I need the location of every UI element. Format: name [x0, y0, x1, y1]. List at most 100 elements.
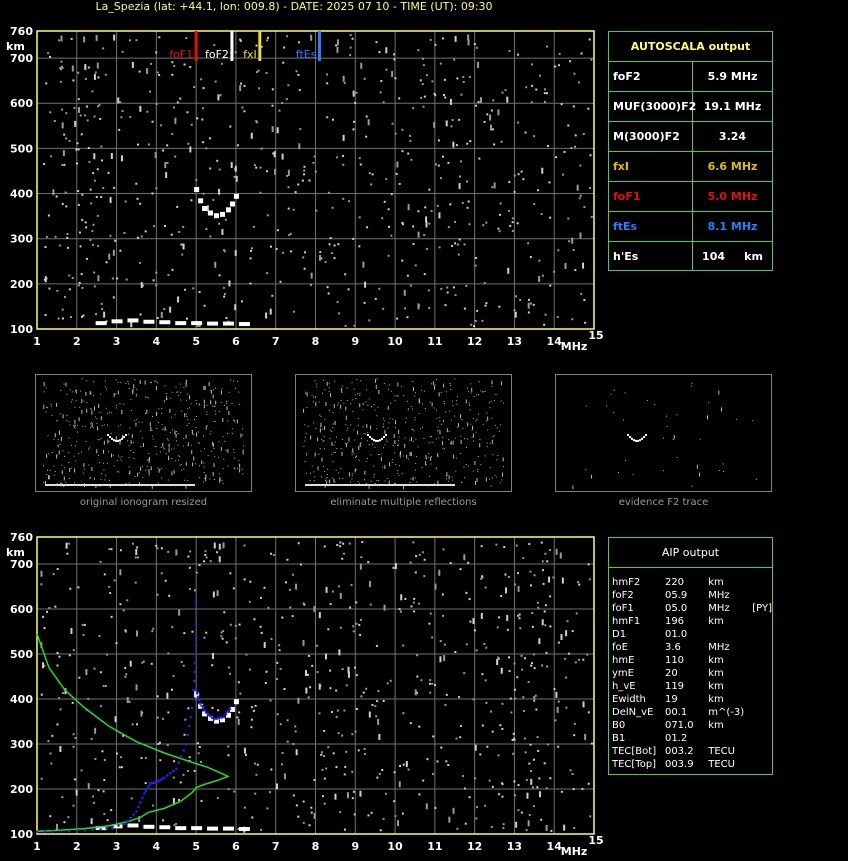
noise-dot	[110, 809, 113, 812]
noise-dot	[103, 759, 106, 762]
noise-dot	[541, 167, 544, 174]
noise-dot	[343, 773, 346, 776]
autoscala-row: fxI 6.6 MHz	[609, 152, 772, 182]
noise-dot	[176, 205, 179, 208]
noise-dot	[282, 61, 285, 64]
noise-dot	[477, 100, 480, 103]
noise-dot	[119, 569, 122, 576]
noise-dot	[554, 65, 557, 68]
noise-dot	[498, 213, 501, 216]
noise-dot	[318, 683, 321, 690]
noise-dot	[59, 68, 62, 71]
noise-dot	[109, 234, 112, 237]
noise-dot	[571, 237, 574, 244]
noise-dot	[323, 755, 326, 758]
noise-dot	[182, 664, 185, 667]
noise-dot	[255, 120, 258, 123]
noise-dot	[119, 101, 122, 104]
noise-dot	[77, 106, 80, 113]
noise-dot	[581, 787, 584, 790]
noise-dot	[183, 733, 186, 736]
noise-dot	[51, 734, 54, 737]
noise-dot	[265, 72, 268, 75]
noise-dot	[294, 191, 297, 194]
noise-dot	[361, 541, 364, 544]
noise-dot	[378, 51, 381, 54]
aip-trace-point	[67, 830, 71, 833]
noise-dot	[333, 257, 336, 260]
autoscala-param-name: foF1	[609, 182, 693, 211]
noise-dot	[260, 828, 263, 831]
noise-dot	[513, 309, 516, 312]
aip-cell: MHz	[708, 642, 730, 653]
noise-dot	[497, 109, 500, 116]
noise-dot	[481, 673, 484, 676]
noise-dot	[167, 711, 170, 714]
noise-dot	[531, 84, 534, 87]
noise-dot	[342, 542, 345, 545]
noise-dot	[171, 61, 174, 64]
noise-dot	[485, 221, 488, 224]
noise-dot	[349, 54, 352, 57]
noise-dot	[533, 203, 536, 206]
noise-dot	[572, 788, 575, 791]
noise-dot	[303, 251, 306, 254]
noise-dot	[530, 63, 533, 66]
noise-dot	[564, 262, 567, 269]
noise-dot	[302, 173, 305, 176]
aip-cell: 00.1	[664, 707, 688, 718]
x-tick-label: 6	[232, 335, 240, 348]
x-tick-label: 13	[507, 335, 522, 348]
noise-dot	[530, 770, 533, 773]
noise-dot	[413, 597, 416, 600]
noise-dot	[94, 71, 97, 74]
noise-dot	[153, 225, 156, 228]
noise-dot	[338, 312, 341, 315]
noise-dot	[506, 96, 509, 103]
noise-dot	[89, 188, 92, 191]
noise-dot	[420, 679, 423, 682]
aip-cell	[752, 589, 772, 602]
es-trace-point	[159, 320, 171, 325]
noise-dot	[409, 139, 412, 142]
noise-dot	[188, 566, 191, 569]
noise-dot	[200, 78, 203, 81]
noise-dot	[391, 71, 394, 78]
noise-dot	[541, 569, 544, 572]
noise-dot	[81, 286, 84, 289]
noise-dot	[166, 744, 169, 747]
aip-trace-point	[35, 830, 39, 834]
noise-dot	[370, 183, 373, 186]
noise-dot	[513, 174, 516, 177]
noise-dot	[107, 171, 110, 174]
noise-dot	[191, 630, 194, 633]
noise-dot	[359, 563, 362, 570]
noise-dot	[343, 709, 346, 712]
noise-dot	[323, 545, 326, 548]
noise-dot	[458, 238, 461, 241]
noise-dot	[185, 317, 188, 320]
aip-cell: 119	[664, 681, 685, 692]
noise-dot	[414, 264, 417, 267]
noise-dot	[414, 689, 417, 696]
noise-dot	[343, 552, 346, 555]
noise-dot	[530, 101, 533, 104]
noise-dot	[469, 140, 472, 143]
noise-dot	[427, 289, 430, 292]
noise-dot	[218, 188, 221, 195]
noise-dot	[412, 601, 415, 604]
noise-dot	[464, 787, 467, 790]
noise-dot	[313, 605, 316, 612]
noise-dot	[298, 143, 301, 150]
noise-dot	[61, 796, 64, 799]
noise-dot	[336, 46, 339, 53]
noise-dot	[425, 803, 428, 810]
noise-dot	[114, 239, 117, 242]
noise-dot	[582, 658, 585, 661]
noise-dot	[323, 729, 326, 732]
aip-trace-point	[146, 787, 149, 790]
noise-dot	[113, 34, 116, 41]
noise-dot	[292, 794, 295, 797]
noise-dot	[541, 619, 544, 626]
noise-dot	[326, 73, 329, 76]
